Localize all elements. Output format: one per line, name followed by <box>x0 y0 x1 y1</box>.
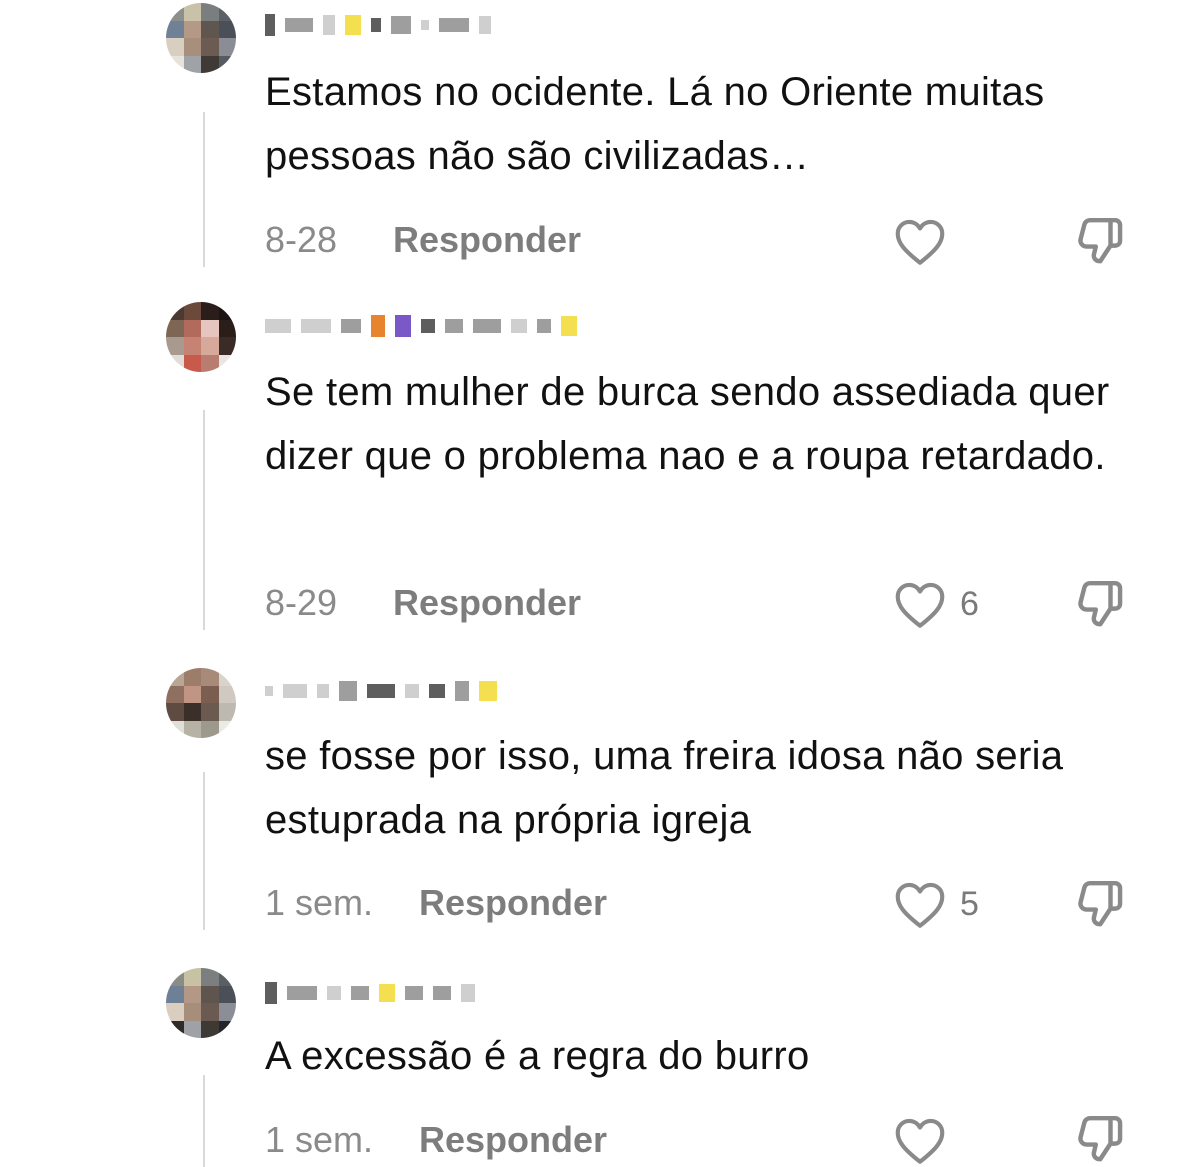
comment-text: se fosse por isso, uma freira idosa não … <box>265 734 1064 842</box>
username-redacted[interactable] <box>265 674 497 708</box>
comment-text: Se tem mulher de burca sendo assediada q… <box>265 370 1110 478</box>
comment-time: 8-29 <box>265 582 338 623</box>
comment-text: Estamos no ocidente. Lá no Oriente muita… <box>265 70 1045 178</box>
heart-icon[interactable] <box>893 1117 947 1165</box>
heart-icon[interactable] <box>893 881 947 929</box>
username-redacted[interactable] <box>265 8 491 42</box>
thread-line <box>203 1075 205 1167</box>
avatar[interactable] <box>166 968 236 1038</box>
avatar[interactable] <box>166 302 236 372</box>
thread-line <box>203 772 205 930</box>
like-count: 5 <box>960 885 979 923</box>
heart-icon[interactable] <box>893 581 947 629</box>
thumbs-down-icon[interactable] <box>1072 575 1128 631</box>
reply-button[interactable]: Responder <box>393 582 581 624</box>
comment-text: A excessão é a regra do burro <box>265 1034 810 1078</box>
reply-button[interactable]: Responder <box>419 882 607 924</box>
reply-button[interactable]: Responder <box>393 219 581 261</box>
avatar[interactable] <box>166 668 236 738</box>
thumbs-down-icon[interactable] <box>1072 212 1128 268</box>
comment-meta: 1 sem. Responder <box>265 1119 607 1161</box>
like-count: 6 <box>960 585 979 623</box>
heart-icon[interactable] <box>893 218 947 266</box>
comment-meta: 1 sem. Responder <box>265 882 607 924</box>
avatar[interactable] <box>166 3 236 73</box>
comment-time: 1 sem. <box>265 1119 374 1160</box>
comment-meta: 8-29 Responder <box>265 582 581 624</box>
comment-time: 1 sem. <box>265 882 374 923</box>
thumbs-down-icon[interactable] <box>1072 875 1128 931</box>
comment-meta: 8-28 Responder <box>265 219 581 261</box>
username-redacted[interactable] <box>265 309 577 343</box>
username-redacted[interactable] <box>265 976 475 1010</box>
reply-button[interactable]: Responder <box>419 1119 607 1161</box>
thread-line <box>203 410 205 630</box>
thread-line <box>203 112 205 267</box>
comment-time: 8-28 <box>265 219 338 260</box>
thumbs-down-icon[interactable] <box>1072 1110 1128 1166</box>
